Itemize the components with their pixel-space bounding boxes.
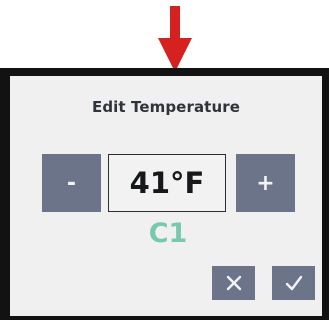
temperature-value: 41°F [129,166,205,200]
decrement-label: - [66,170,77,196]
dialog-title: Edit Temperature [91,98,240,116]
increment-button[interactable]: + [236,154,295,212]
device-bezel: Edit Temperature - 41°F + C1 [0,68,329,320]
photo-stage: Edit Temperature - 41°F + C1 [0,0,329,320]
increment-label: + [256,170,275,196]
check-icon [285,275,303,291]
channel-label: C1 [148,218,188,249]
close-icon [226,275,242,291]
confirm-button[interactable] [272,266,315,300]
down-arrow-indicator-icon [158,6,192,72]
cancel-button[interactable] [212,266,255,300]
decrement-button[interactable]: - [42,154,101,212]
edit-temperature-dialog: Edit Temperature - 41°F + C1 [10,76,322,316]
temperature-value-display: 41°F [108,154,226,212]
